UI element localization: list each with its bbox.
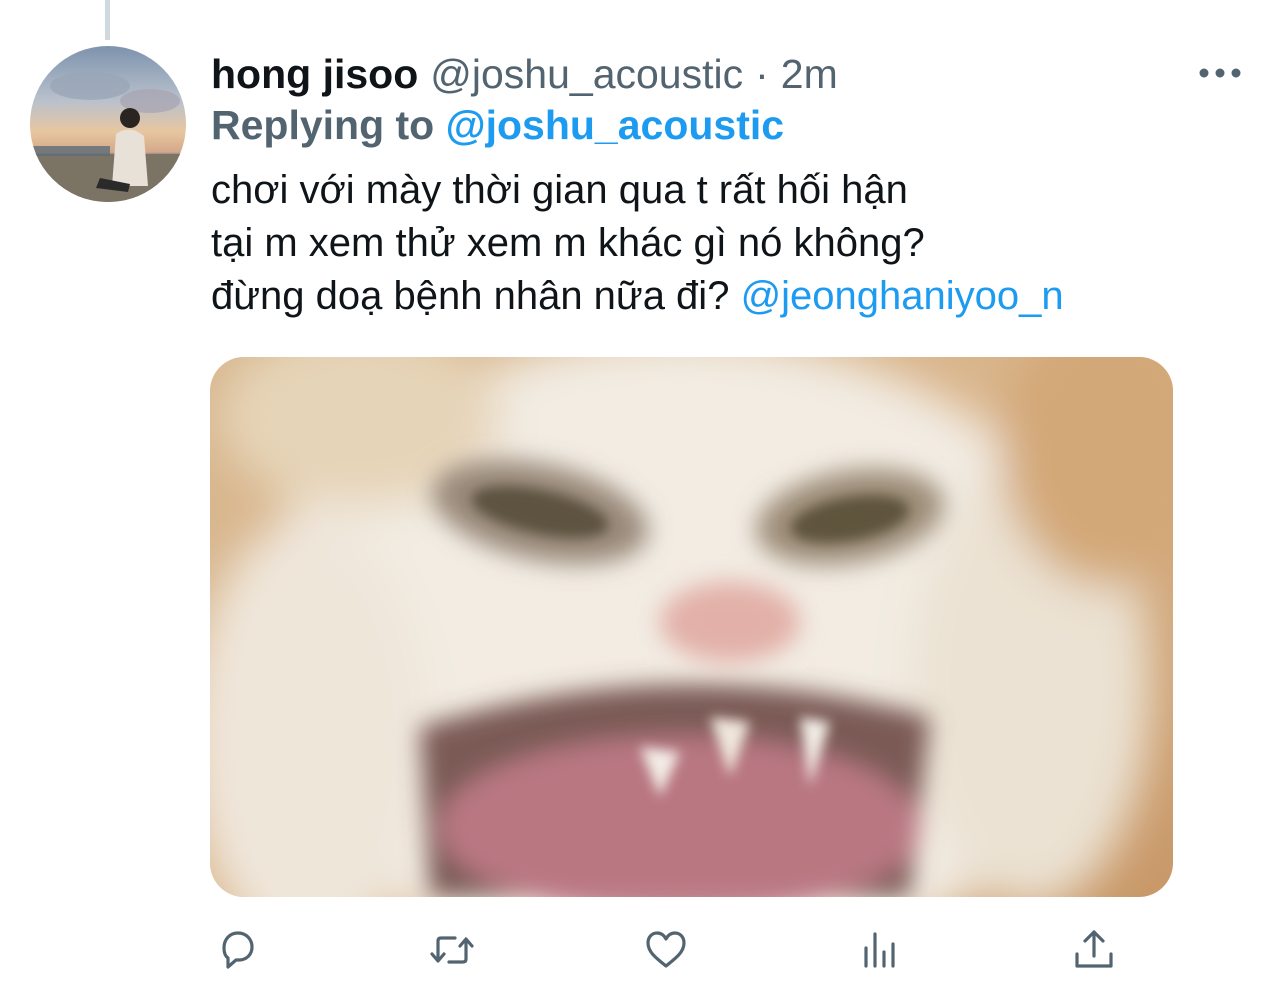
- tweet-body-line: chơi với mày thời gian qua t rất hối hận: [211, 168, 908, 212]
- analytics-button[interactable]: [852, 922, 908, 978]
- share-button[interactable]: [1066, 922, 1122, 978]
- like-button[interactable]: [638, 922, 694, 978]
- replying-to-mention[interactable]: @joshu_acoustic: [446, 102, 784, 148]
- reply-bubble-icon: [222, 931, 254, 969]
- header-separator: ·: [755, 51, 769, 97]
- replying-to-line: Replying to @joshu_acoustic: [211, 97, 784, 153]
- tweet-media-image[interactable]: [210, 357, 1173, 897]
- author-handle[interactable]: @joshu_acoustic: [430, 44, 743, 104]
- avatar-photo: [30, 46, 186, 202]
- reply-button[interactable]: [210, 922, 266, 978]
- retweet-button[interactable]: [424, 922, 480, 978]
- tweet-action-bar: [0, 922, 1284, 978]
- thread-connector-line: [105, 0, 110, 40]
- tweet-body-line-with-mention: đừng doạ bệnh nhân nữa đi? @jeonghaniyoo…: [211, 270, 1064, 323]
- retweet-icon: [430, 936, 474, 964]
- avatar[interactable]: [30, 46, 186, 202]
- heart-icon: [646, 931, 686, 968]
- tweet-body-line: đừng doạ bệnh nhân nữa đi?: [211, 274, 730, 318]
- cat-photo: [210, 357, 1173, 897]
- more-options-button[interactable]: [1195, 56, 1245, 90]
- analytics-bar-icon: [864, 932, 895, 968]
- share-upload-icon: [1075, 930, 1113, 968]
- body-mention-link[interactable]: @jeonghaniyoo_n: [741, 274, 1064, 318]
- replying-prefix: Replying to: [211, 102, 435, 148]
- tweet-header: hong jisoo @joshu_acoustic · 2m: [211, 44, 838, 104]
- tweet-body: chơi với mày thời gian qua t rất hối hận…: [211, 164, 1064, 323]
- author-name[interactable]: hong jisoo: [211, 44, 418, 104]
- timestamp[interactable]: 2m: [781, 44, 838, 104]
- tweet-body-line: tại m xem thử xem m khác gì nó không?: [211, 221, 925, 265]
- more-horizontal-icon: [1199, 68, 1241, 78]
